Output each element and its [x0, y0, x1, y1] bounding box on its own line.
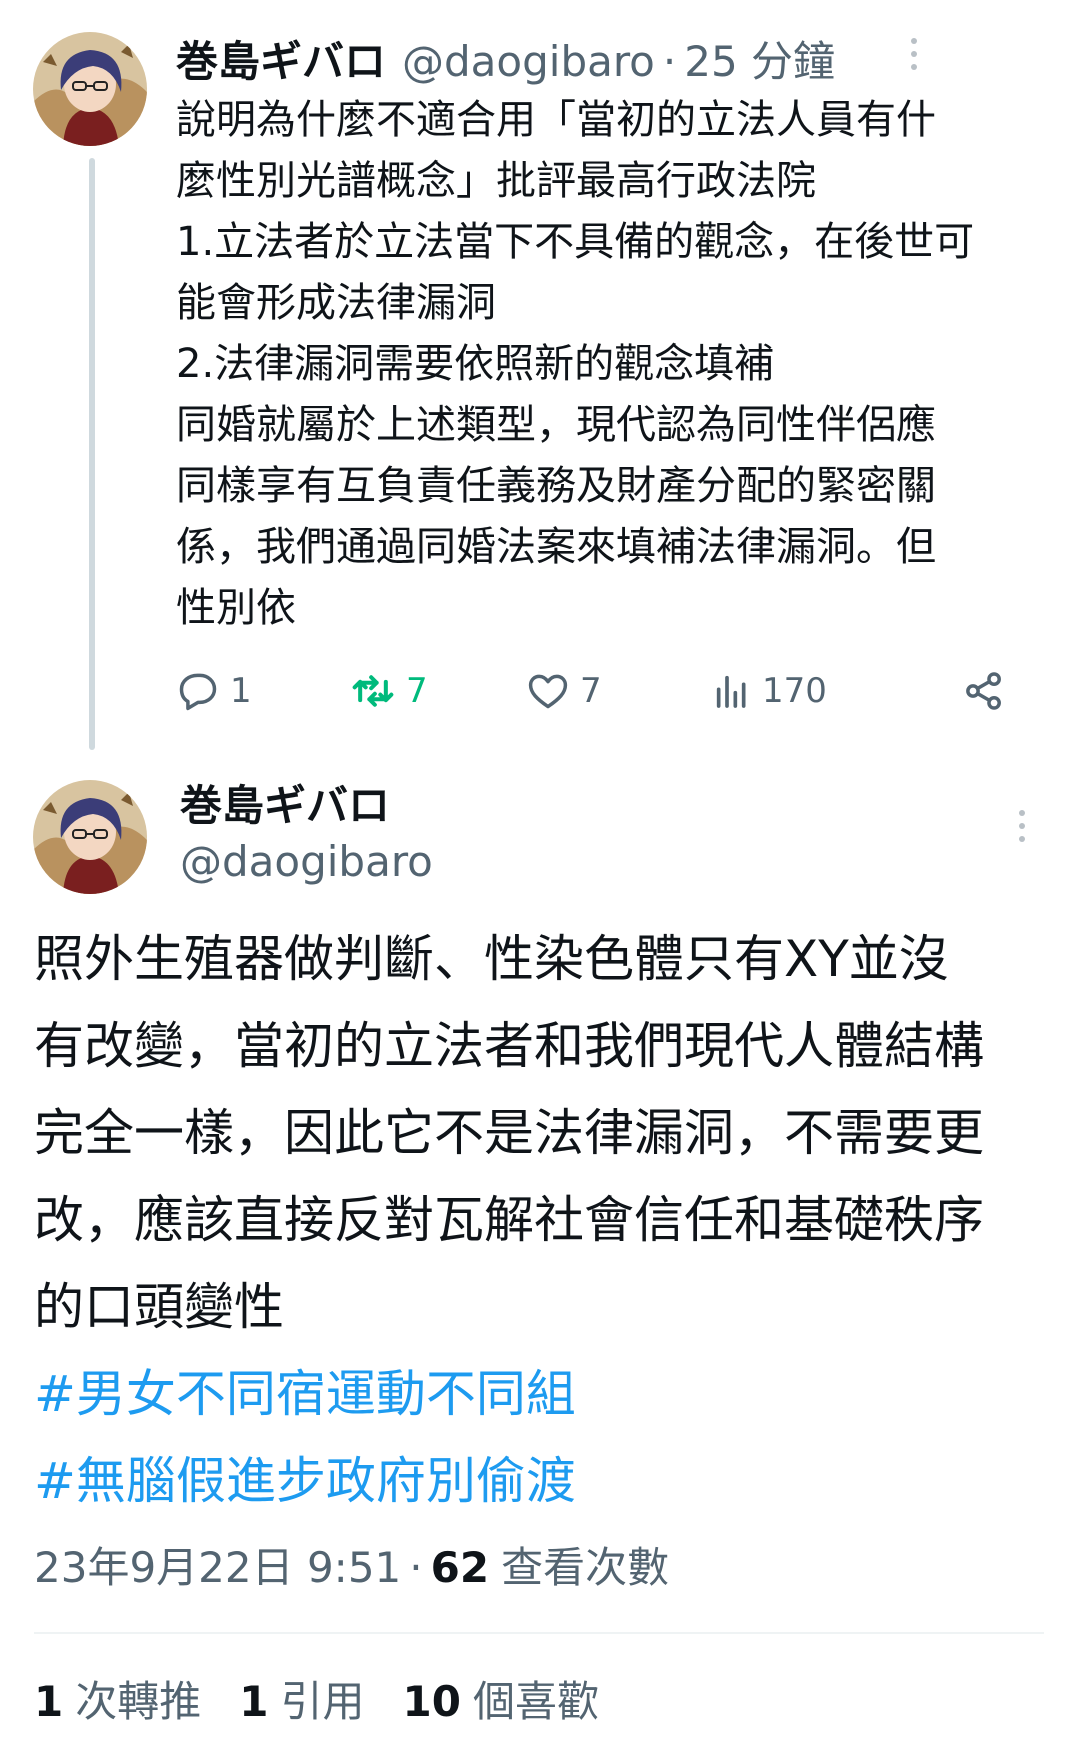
- tweet2-author-handle[interactable]: @daogibaro: [180, 834, 433, 890]
- views-button[interactable]: 170: [712, 663, 827, 719]
- hashtag-link[interactable]: #男女不同宿運動不同組: [34, 1351, 1054, 1438]
- tweet2-stats: 1 次轉推 1 引用 10 個喜歡: [34, 1668, 637, 1729]
- quotes-count[interactable]: 1: [239, 1677, 268, 1726]
- tweet1-author-handle[interactable]: @daogibaro: [402, 37, 655, 86]
- tweet1-line: 同婚就屬於上述類型，現代認為同性伴侶應: [176, 402, 936, 448]
- views-count: 62: [430, 1543, 490, 1592]
- likes-count[interactable]: 10: [403, 1677, 461, 1726]
- tweet1-text: 說明為什麼不適合用「當初的立法人員有什 麼性別光譜概念」批評最高行政法院 1.立…: [176, 90, 1056, 639]
- share-button[interactable]: [962, 663, 1006, 719]
- tweet2-author-name[interactable]: 巻島ギバロ: [180, 778, 390, 834]
- tweet2-meta: 23年9月22日 9:51 · 62 查看次數: [34, 1534, 669, 1595]
- like-icon: [526, 669, 570, 713]
- meta-separator: ·: [409, 1543, 423, 1592]
- reply-button[interactable]: 1: [176, 663, 252, 719]
- tweet2-line: 有改變，當初的立法者和我們現代人體結構: [34, 1017, 984, 1075]
- tweet1-line: 2.法律漏洞需要依照新的觀念填補: [176, 341, 775, 387]
- tweet1-separator: ·: [662, 37, 677, 86]
- views-icon: [712, 669, 752, 713]
- tweet2-text: 照外生殖器做判斷、性染色體只有XY並沒 有改變，當初的立法者和我們現代人體結構 …: [34, 916, 1054, 1525]
- retweet-icon: [350, 669, 396, 713]
- tweet1-line: 同樣享有互負責任義務及財產分配的緊密關: [176, 463, 936, 509]
- reply-icon: [176, 669, 220, 713]
- tweet1-line: 性別依: [176, 585, 296, 631]
- tweet2-line: 完全一樣，因此它不是法律漏洞，不需要更: [34, 1104, 984, 1162]
- retweets-label[interactable]: 次轉推: [75, 1668, 201, 1729]
- tweet1-header: 巻島ギバロ @daogibaro · 25 分鐘: [176, 28, 835, 88]
- share-icon: [962, 669, 1006, 713]
- views-label: 查看次數: [501, 1543, 670, 1592]
- avatar[interactable]: [33, 780, 147, 894]
- retweets-count[interactable]: 1: [34, 1677, 63, 1726]
- tweet1-line: 麼性別光譜概念」批評最高行政法院: [176, 158, 816, 204]
- tweet1-line: 1.立法者於立法當下不具備的觀念，在後世可: [176, 219, 975, 265]
- tweet1-timestamp[interactable]: 25 分鐘: [684, 28, 835, 89]
- avatar[interactable]: [33, 32, 147, 146]
- likes-label[interactable]: 個喜歡: [473, 1668, 599, 1729]
- tweet1-author-name[interactable]: 巻島ギバロ: [176, 28, 386, 89]
- retweet-button[interactable]: 7: [350, 663, 428, 719]
- more-options-icon[interactable]: [1012, 810, 1032, 842]
- tweet2-line: 改，應該直接反對瓦解社會信任和基礎秩序: [34, 1191, 984, 1249]
- tweet2-datetime[interactable]: 23年9月22日 9:51: [34, 1534, 401, 1595]
- tweet2-line: 的口頭變性: [34, 1278, 284, 1336]
- tweet1-line: 係，我們通過同婚法案來填補法律漏洞。但: [176, 524, 936, 570]
- views-count: 170: [762, 671, 827, 711]
- hashtag-link[interactable]: #無腦假進步政府別偷渡: [34, 1438, 1054, 1525]
- divider: [34, 1632, 1044, 1634]
- like-count: 7: [580, 671, 602, 711]
- tweet1-action-bar: 1 7 7 170: [176, 663, 1036, 719]
- more-options-icon[interactable]: [904, 38, 924, 70]
- tweet1-line: 能會形成法律漏洞: [176, 280, 496, 326]
- retweet-count: 7: [406, 671, 428, 711]
- reply-count: 1: [230, 671, 252, 711]
- tweet2-line: 照外生殖器做判斷、性染色體只有XY並沒: [34, 930, 949, 988]
- thread-line: [89, 158, 95, 750]
- quotes-label[interactable]: 引用: [280, 1668, 364, 1729]
- tweet1-line: 說明為什麼不適合用「當初的立法人員有什: [176, 97, 936, 143]
- like-button[interactable]: 7: [526, 663, 602, 719]
